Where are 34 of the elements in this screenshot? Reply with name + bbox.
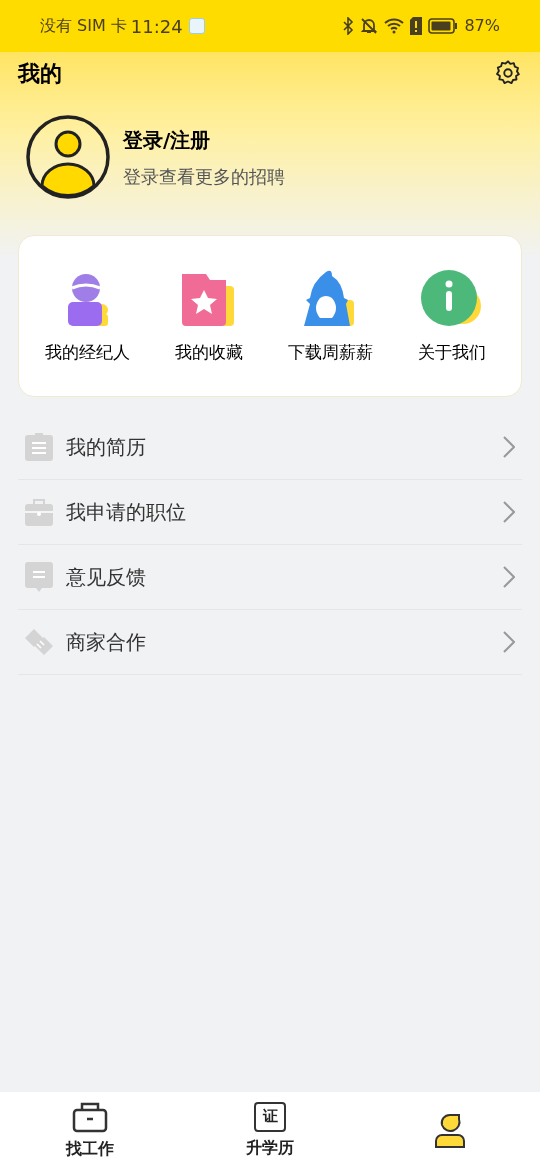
chevron-right-icon [503, 501, 515, 523]
page-title: 我的 [18, 59, 62, 88]
muted-bell-icon [360, 17, 379, 35]
certificate-icon: 证 [254, 1101, 286, 1132]
message-icon [25, 562, 53, 592]
menu-item[interactable]: 意见反馈 [18, 545, 522, 610]
chevron-right-icon [503, 436, 515, 458]
chevron-right-icon [503, 566, 515, 588]
avatar-icon[interactable] [25, 114, 111, 200]
shortcut-link[interactable]: 我的收藏 [175, 340, 244, 366]
carrier-text: 没有 SIM 卡 [40, 15, 127, 37]
bluetooth-icon [342, 17, 355, 35]
app-notification-icon [188, 18, 205, 34]
login-register-link[interactable]: 登录/注册 [123, 124, 285, 155]
nav-tab[interactable]: 证 升学历 [180, 1092, 360, 1169]
person-icon [432, 1112, 468, 1149]
briefcase-icon [25, 498, 53, 526]
battery-text: 87% [464, 15, 500, 37]
shortcut-link[interactable]: 关于我们 [418, 340, 487, 366]
login-hint-text: 登录查看更多的招聘 [123, 164, 285, 189]
menu-item[interactable]: 我申请的职位 [18, 480, 522, 545]
settings-icon[interactable] [494, 59, 522, 87]
shortcut-link[interactable]: 我的经纪人 [45, 340, 131, 366]
chevron-right-icon [503, 631, 515, 653]
menu-item[interactable]: 商家合作 [18, 610, 522, 675]
sim-alert-icon [410, 17, 423, 35]
clipboard-icon [25, 433, 53, 461]
nav-tab[interactable]: 找工作 [0, 1092, 180, 1169]
briefcase-icon [72, 1100, 108, 1133]
wifi-icon [384, 18, 405, 34]
clock-text: 11:24 [130, 14, 183, 39]
menu-item[interactable]: 我的简历 [18, 415, 522, 480]
battery-icon [428, 18, 459, 34]
shortcut-link[interactable]: 下载周薪薪 [288, 340, 374, 366]
